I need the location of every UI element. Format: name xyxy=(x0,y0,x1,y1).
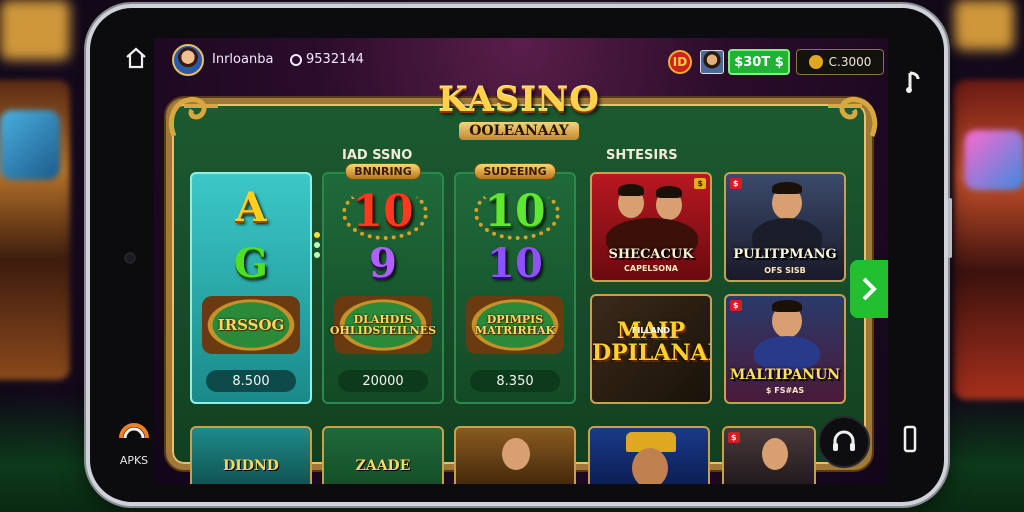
pagination-dot[interactable] xyxy=(314,232,320,238)
character-hair xyxy=(618,184,644,196)
tile-title: MALTIPANUN xyxy=(729,367,841,383)
tile-subtitle: OFS SISB xyxy=(764,266,806,275)
game-tile[interactable]: $ SHECACUK CAPELSONA xyxy=(590,172,712,282)
slot-amount: 8.500 xyxy=(206,370,296,392)
ornament-scroll-left xyxy=(168,96,218,137)
tile-title: DIDND xyxy=(223,458,279,474)
cash-balance-button[interactable]: $30T $ xyxy=(728,49,790,75)
friend-avatar[interactable] xyxy=(700,50,724,74)
coin-value: 9532144 xyxy=(306,52,364,67)
logo-subtitle: OOLEANAAY xyxy=(459,122,579,140)
slot-column-header: BNNRING xyxy=(324,160,442,180)
tile-title: ZAADE xyxy=(355,458,411,474)
tile-title: PULITPMANG xyxy=(733,247,837,262)
slot-badge: IRSSOG xyxy=(202,296,300,354)
game-screen: Inrloanba 9532144 ID $30T $ C.3000 KASIN… xyxy=(154,38,888,484)
character-hair xyxy=(656,186,682,198)
section-label-games: SHTESIRS xyxy=(606,148,678,163)
apks-label: APKS xyxy=(119,454,149,467)
slot-column-1[interactable]: A G IRSSOG 8.500 xyxy=(190,172,312,404)
character-figure xyxy=(632,448,668,484)
phone-device: APKS Inrloanba 9532144 ID $30T $ C.3000 xyxy=(86,4,952,506)
slot-symbol: A xyxy=(235,184,267,231)
slot-header-label: SUDEEING xyxy=(474,163,556,180)
pagination-dot[interactable] xyxy=(314,252,320,258)
username: Inrloanba xyxy=(212,52,274,67)
coin-icon xyxy=(290,53,302,66)
character-figure xyxy=(762,438,788,470)
music-note-icon[interactable] xyxy=(900,68,924,96)
game-tile-bottom[interactable] xyxy=(454,426,576,484)
top-status-bar: Inrloanba 9532144 ID $30T $ C.3000 xyxy=(154,44,888,80)
slot-column-3[interactable]: SUDEEING 10 10 DPIMPIS MATRIRHAK 8.350 xyxy=(454,163,576,404)
pagination-dot[interactable] xyxy=(314,242,320,248)
gold-value: C.3000 xyxy=(828,55,872,69)
phone-side-button xyxy=(948,198,952,258)
slot-amount: 8.350 xyxy=(470,370,560,392)
apks-logo-icon[interactable] xyxy=(114,418,154,448)
tile-tag: $ xyxy=(730,178,742,189)
game-tile[interactable]: $ PULITPMANG OFS SISB xyxy=(724,172,846,282)
slot-amount: 20000 xyxy=(338,370,428,392)
tile-subtitle: $ FS#AS xyxy=(765,386,805,395)
slot-badge: DPIMPIS MATRIRHAK xyxy=(466,296,564,354)
background-machine-screen-left xyxy=(0,110,60,180)
logo-title: KASINO xyxy=(438,80,600,120)
character-figure xyxy=(502,438,530,470)
slot-symbol: 10 xyxy=(484,186,546,237)
tile-tag: $ xyxy=(694,178,706,189)
shop-bag-icon[interactable]: ID xyxy=(668,50,692,74)
game-tile-bottom[interactable]: DIDND xyxy=(190,426,312,484)
tile-subtitle: FILLAND xyxy=(631,326,671,335)
tile-tag: $ xyxy=(728,432,740,443)
slot-column-2[interactable]: BNNRING 10 9 DLAHDIS OHLIDSTEILNES 20000 xyxy=(322,163,444,404)
slot-column-header: SUDEEING xyxy=(456,160,574,180)
tile-tag: $ xyxy=(730,300,742,311)
background-light xyxy=(0,0,70,60)
background-slot-machine-right xyxy=(954,80,1024,400)
slot-symbol: G xyxy=(233,240,269,287)
background-light xyxy=(954,0,1014,50)
background-machine-screen-right xyxy=(964,130,1024,190)
game-tile-bottom[interactable]: $ xyxy=(722,426,816,484)
tile-title: SHECACUK xyxy=(608,247,694,262)
slot-symbol: 10 xyxy=(352,186,414,237)
chevron-right-icon xyxy=(862,277,877,301)
home-icon[interactable] xyxy=(122,44,150,72)
headset-icon xyxy=(833,430,855,451)
gold-balance-button[interactable]: C.3000 xyxy=(796,49,884,75)
next-page-button[interactable] xyxy=(850,260,888,318)
coin-balance: 9532144 xyxy=(290,52,364,67)
pagination-dots[interactable] xyxy=(314,232,320,262)
game-tile[interactable]: $ MALTIPANUN $ FS#AS xyxy=(724,294,846,404)
slot-badge: DLAHDIS OHLIDSTEILNES xyxy=(330,296,436,354)
slot-symbol: 10 xyxy=(487,240,543,287)
character-body xyxy=(754,336,820,370)
slot-symbol: 9 xyxy=(369,240,397,287)
camera-icon xyxy=(122,250,138,266)
gold-coin-icon xyxy=(808,55,823,69)
character-hair xyxy=(772,300,802,312)
game-tile-bottom[interactable] xyxy=(588,426,710,484)
slot-header-label: BNNRING xyxy=(345,163,421,180)
character-hair xyxy=(772,182,802,194)
phone-icon[interactable] xyxy=(898,422,922,456)
user-avatar[interactable] xyxy=(172,44,204,76)
tile-subtitle: CAPELSONA xyxy=(624,264,678,273)
ornament-scroll-right xyxy=(828,96,878,137)
kasino-logo: KASINO OOLEANAAY xyxy=(384,80,654,142)
game-tile-bottom[interactable]: ZAADE xyxy=(322,426,444,484)
game-tile[interactable]: MAIP DPILANAN FILLAND xyxy=(590,294,712,404)
support-button[interactable] xyxy=(818,416,870,468)
